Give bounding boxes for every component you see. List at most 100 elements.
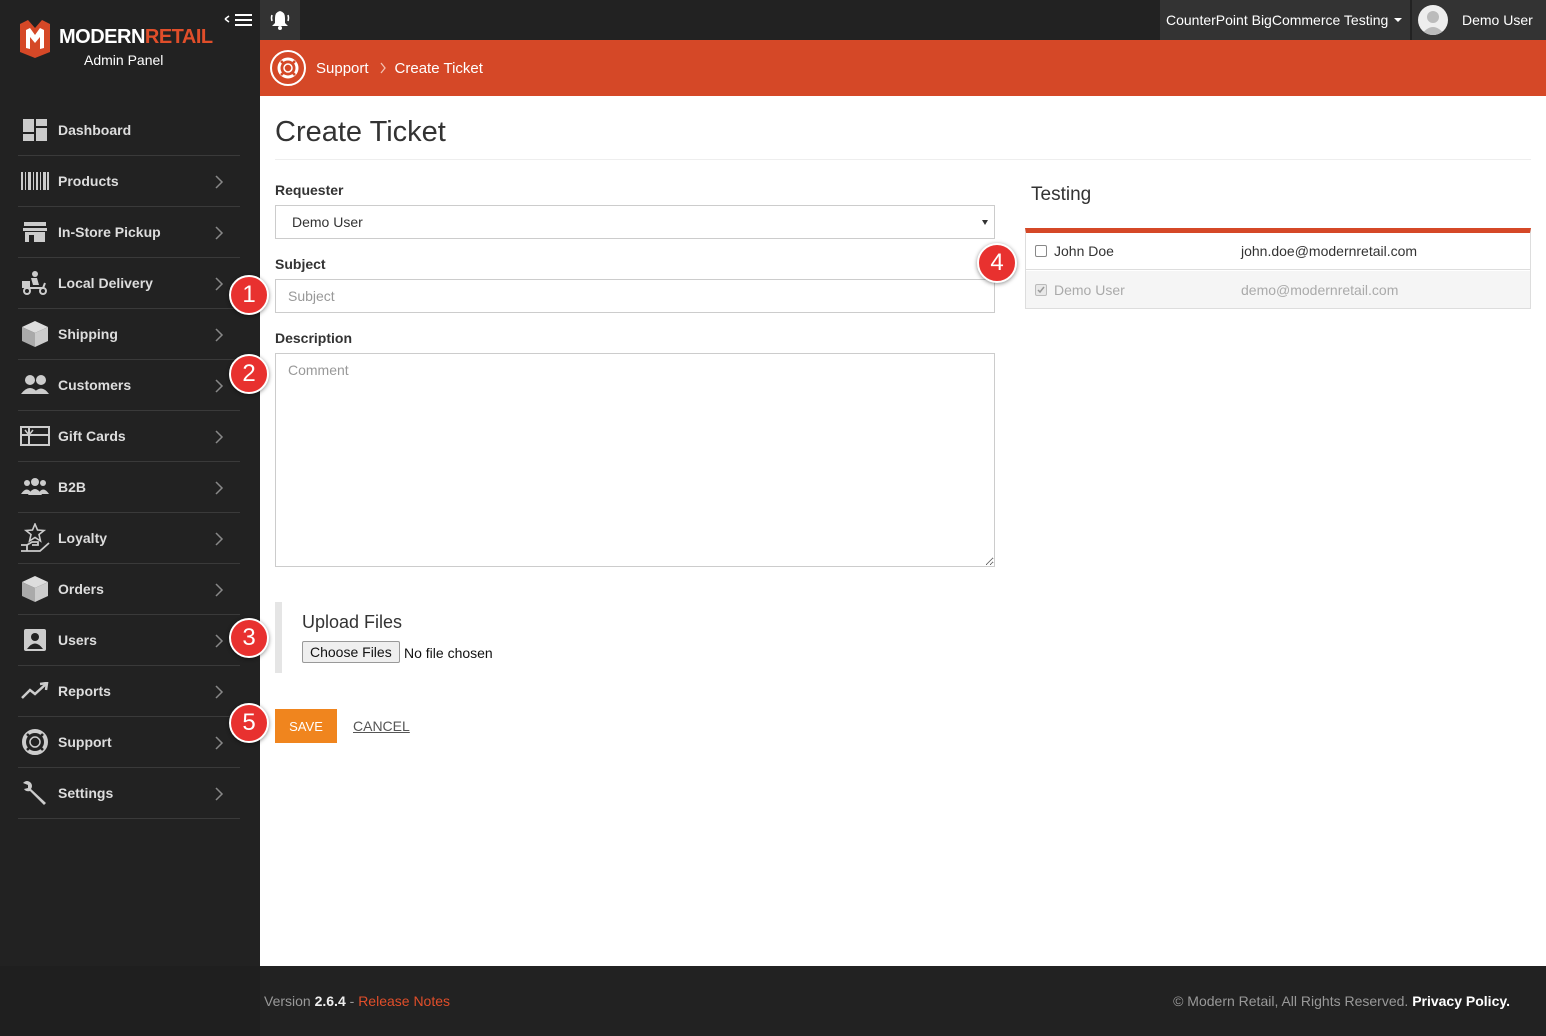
- dashboard-icon: [20, 117, 50, 143]
- sidebar-item-reports[interactable]: Reports: [18, 666, 240, 717]
- upload-files-section: Upload Files Choose Files No file chosen: [275, 602, 575, 673]
- store-icon: [20, 219, 50, 245]
- caret-down-icon: [982, 220, 988, 225]
- sidebar-item-orders[interactable]: Orders: [18, 564, 240, 615]
- copyright: © Modern Retail, All Rights Reserved. Pr…: [1173, 993, 1510, 1009]
- sidebar-item-shipping[interactable]: Shipping: [18, 309, 240, 360]
- top-bar: CounterPoint BigCommerce Testing Demo Us…: [260, 0, 1546, 40]
- sidebar-item-loyalty[interactable]: Loyalty: [18, 513, 240, 564]
- footer: Version 2.6.4 - Release Notes © Modern R…: [260, 966, 1546, 1036]
- lifebuoy-icon: [270, 50, 306, 86]
- member-email: demo@modernretail.com: [1241, 281, 1399, 298]
- main-content: Create Ticket Requester Demo User Subjec…: [260, 96, 1546, 966]
- release-notes-link[interactable]: Release Notes: [358, 993, 450, 1009]
- member-name: John Doe: [1054, 243, 1114, 259]
- sidebar-item-b2b[interactable]: B2B: [18, 462, 240, 513]
- chevron-right-icon: [215, 532, 224, 546]
- breadcrumb-support-link[interactable]: Support: [316, 60, 369, 77]
- privacy-policy-link[interactable]: Privacy Policy.: [1412, 993, 1510, 1009]
- chevron-right-icon: [215, 430, 224, 444]
- trend-chart-icon: [20, 678, 50, 704]
- save-button[interactable]: SAVE: [275, 709, 337, 743]
- user-name: Demo User: [1462, 12, 1533, 28]
- upload-files-title: Upload Files: [302, 612, 403, 632]
- caret-down-icon: [1394, 18, 1403, 22]
- sidebar-item-label: Gift Cards: [58, 428, 126, 444]
- description-textarea[interactable]: [275, 353, 995, 567]
- brand-name: MODERNRETAIL: [59, 26, 213, 49]
- brand-name-a: MODERN: [59, 26, 145, 48]
- gift-card-icon: [20, 423, 50, 449]
- sidebar-item-products[interactable]: Products: [18, 156, 240, 207]
- list-item: John Doe john.doe@modernretail.com: [1026, 233, 1530, 270]
- sidebar: MODERNRETAIL Admin Panel Dashboard Produ…: [0, 0, 260, 966]
- sidebar-item-label: Reports: [58, 683, 111, 699]
- chevron-right-icon: [215, 277, 224, 291]
- requester-select[interactable]: Demo User: [275, 205, 995, 239]
- sidebar-item-label: Local Delivery: [58, 275, 153, 291]
- user-menu[interactable]: Demo User: [1412, 0, 1546, 40]
- sidebar-item-gift-cards[interactable]: Gift Cards: [18, 411, 240, 462]
- member-name: Demo User: [1054, 281, 1125, 298]
- member-email: john.doe@modernretail.com: [1241, 243, 1418, 259]
- sidebar-item-label: Orders: [58, 581, 104, 597]
- copyright-text: © Modern Retail, All Rights Reserved.: [1173, 993, 1409, 1009]
- chevron-right-icon: [215, 226, 224, 240]
- sidebar-item-label: In-Store Pickup: [58, 224, 161, 240]
- cancel-link[interactable]: CANCEL: [353, 718, 410, 734]
- sidebar-item-dashboard[interactable]: Dashboard: [18, 105, 240, 156]
- notifications-button[interactable]: [260, 0, 300, 40]
- sidebar-item-label: Dashboard: [58, 122, 132, 138]
- sidebar-nav: Dashboard Products In-Store Pickup Local…: [18, 105, 240, 819]
- sidebar-item-label: B2B: [58, 479, 87, 495]
- description-label: Description: [275, 330, 353, 346]
- member-checkbox[interactable]: [1035, 283, 1047, 296]
- sidebar-item-local-delivery[interactable]: Local Delivery: [18, 258, 240, 309]
- sidebar-item-users[interactable]: Users: [18, 615, 240, 666]
- callout-badge: 3: [229, 618, 269, 658]
- collapse-sidebar-button[interactable]: [224, 8, 256, 30]
- lifebuoy-icon: [20, 729, 50, 755]
- sidebar-item-label: Support: [58, 734, 112, 750]
- sidebar-item-label: Shipping: [58, 326, 118, 342]
- callout-badge: 2: [229, 354, 269, 394]
- group-icon: [20, 474, 50, 500]
- callout-badge: 1: [229, 275, 269, 315]
- chevron-right-icon: [215, 685, 224, 699]
- logo: MODERNRETAIL Admin Panel: [18, 18, 248, 78]
- sidebar-item-label: Loyalty: [58, 530, 108, 546]
- callout-badge: 4: [977, 243, 1017, 283]
- breadcrumb-current: Create Ticket: [394, 59, 483, 77]
- chevron-right-icon: [215, 328, 224, 342]
- chevron-right-icon: [215, 736, 224, 750]
- box-icon: [20, 321, 50, 347]
- version-number: 2.6.4: [314, 993, 346, 1009]
- sidebar-item-customers[interactable]: Customers: [18, 360, 240, 411]
- callout-badge: 5: [229, 703, 269, 743]
- store-switcher-dropdown[interactable]: CounterPoint BigCommerce Testing: [1160, 0, 1410, 40]
- chevron-right-icon: [380, 62, 386, 74]
- customers-icon: [20, 372, 50, 398]
- barcode-icon: [20, 168, 50, 194]
- chevron-right-icon: [215, 379, 224, 393]
- member-checkbox[interactable]: [1035, 245, 1047, 257]
- chevron-right-icon: [215, 175, 224, 189]
- subject-input[interactable]: [275, 279, 995, 313]
- brand-name-b: RETAIL: [144, 26, 213, 48]
- sidebar-item-in-store-pickup[interactable]: In-Store Pickup: [18, 207, 240, 258]
- loyalty-hand-star-icon: [20, 523, 50, 552]
- sidebar-item-label: Products: [58, 173, 119, 189]
- brand-subtitle: Admin Panel: [84, 52, 164, 68]
- sidebar-item-settings[interactable]: Settings: [18, 768, 240, 819]
- divider: [275, 159, 1531, 160]
- chevron-right-icon: [215, 481, 224, 495]
- version-separator: -: [345, 993, 359, 1009]
- file-status: No file chosen: [404, 645, 493, 661]
- sidebar-item-support[interactable]: Support: [18, 717, 240, 768]
- avatar: [1418, 5, 1448, 35]
- version-info: Version 2.6.4 - Release Notes: [264, 993, 450, 1009]
- choose-files-button[interactable]: Choose Files: [302, 641, 400, 663]
- page-title: Create Ticket: [275, 116, 446, 148]
- requester-label: Requester: [275, 182, 344, 198]
- chevron-right-icon: [215, 634, 224, 648]
